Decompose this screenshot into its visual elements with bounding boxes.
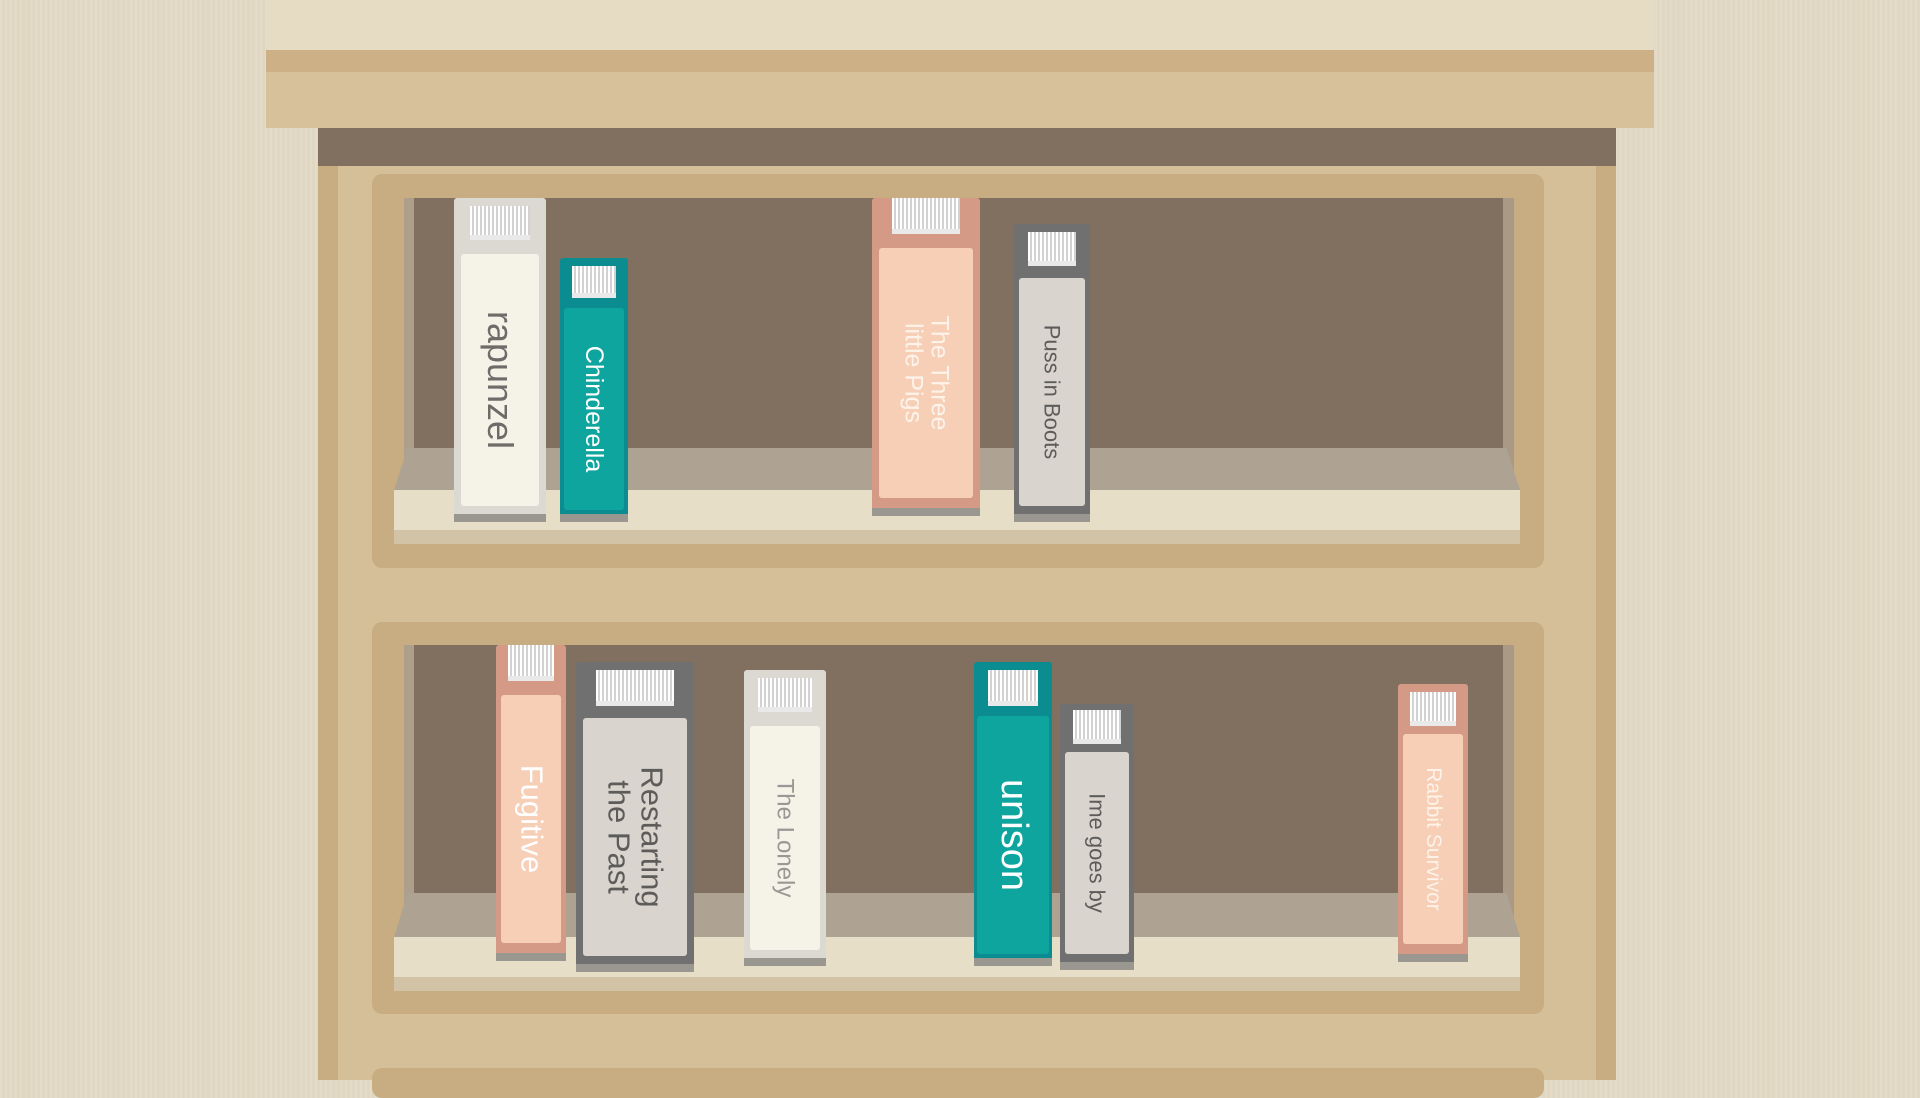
bookcase-top-band [266,50,1654,72]
book-ime-goes-by[interactable]: Ime goes by [1060,704,1134,970]
book-spine-panel: The Lonely [750,726,820,950]
book-title: rapunzel [479,310,521,450]
book-title: The Lonely [771,778,799,898]
book-rapunzel[interactable]: rapunzel [454,198,546,522]
book-title: Fugitive [514,764,550,874]
book-unison[interactable]: unison [974,662,1052,966]
shelf-2-ledge-front [394,977,1520,991]
barcode-label [1028,232,1076,266]
book-spine-panel: rapunzel [461,254,539,506]
book-spine-panel: Chinderella [564,308,624,510]
book-title-line-2: little Pigs [899,322,927,424]
book-fugitive[interactable]: Fugitive [496,645,566,961]
book-title-line-2: the Past [602,780,637,894]
bookcase-top [266,0,1654,50]
book-title: Chinderella [580,345,609,473]
barcode-label [988,670,1038,706]
book-spine-panel: Ime goes by [1065,752,1129,954]
book-spine-panel: Fugitive [501,695,561,943]
barcode-label [470,206,530,240]
bookcase-side-left [318,166,338,1080]
barcode-label [1073,710,1121,744]
book-title: Ime goes by [1084,793,1110,913]
barcode-label [1410,692,1456,726]
book-spine-panel: unison [977,716,1049,954]
book-the-three-little-pigs[interactable]: The Three little Pigs [872,198,980,516]
book-title-line-1: Restarting [634,766,670,908]
bookcase-side-right [1596,166,1616,1080]
barcode-label [572,266,616,298]
barcode-label [596,670,674,706]
shelf-1-inner-right [1503,198,1514,490]
barcode-label [758,678,812,712]
book-puss-in-boots[interactable]: Puss in Boots [1014,224,1090,522]
book-spine-panel: Puss in Boots [1019,278,1085,506]
book-restarting-the-past[interactable]: Restarting the Past [576,662,694,972]
barcode-label [508,645,554,681]
book-spine-panel: Restarting the Past [583,718,687,956]
book-title: unison [992,779,1035,891]
book-the-lonely[interactable]: The Lonely [744,670,826,966]
shelf-1-ledge-front [394,530,1520,544]
book-spine-panel: The Three little Pigs [879,248,973,498]
book-title-line-1: The Three [925,315,954,431]
book-title: Restarting the Past [602,766,670,908]
book-title: Rabbit Survivor [1422,767,1446,911]
shelf-3-frame [372,1068,1544,1098]
book-rabbit-survivor[interactable]: Rabbit Survivor [1398,684,1468,962]
book-title: Puss in Boots [1039,324,1065,460]
book-spine-panel: Rabbit Survivor [1403,734,1463,944]
barcode-label [892,198,960,234]
shelf-1-inner-left [404,198,414,490]
bookcase-crown-shadow [318,128,1616,166]
bookcase-top-lip [266,72,1654,128]
book-title: The Three little Pigs [899,315,954,431]
book-chinderella[interactable]: Chinderella [560,258,628,522]
